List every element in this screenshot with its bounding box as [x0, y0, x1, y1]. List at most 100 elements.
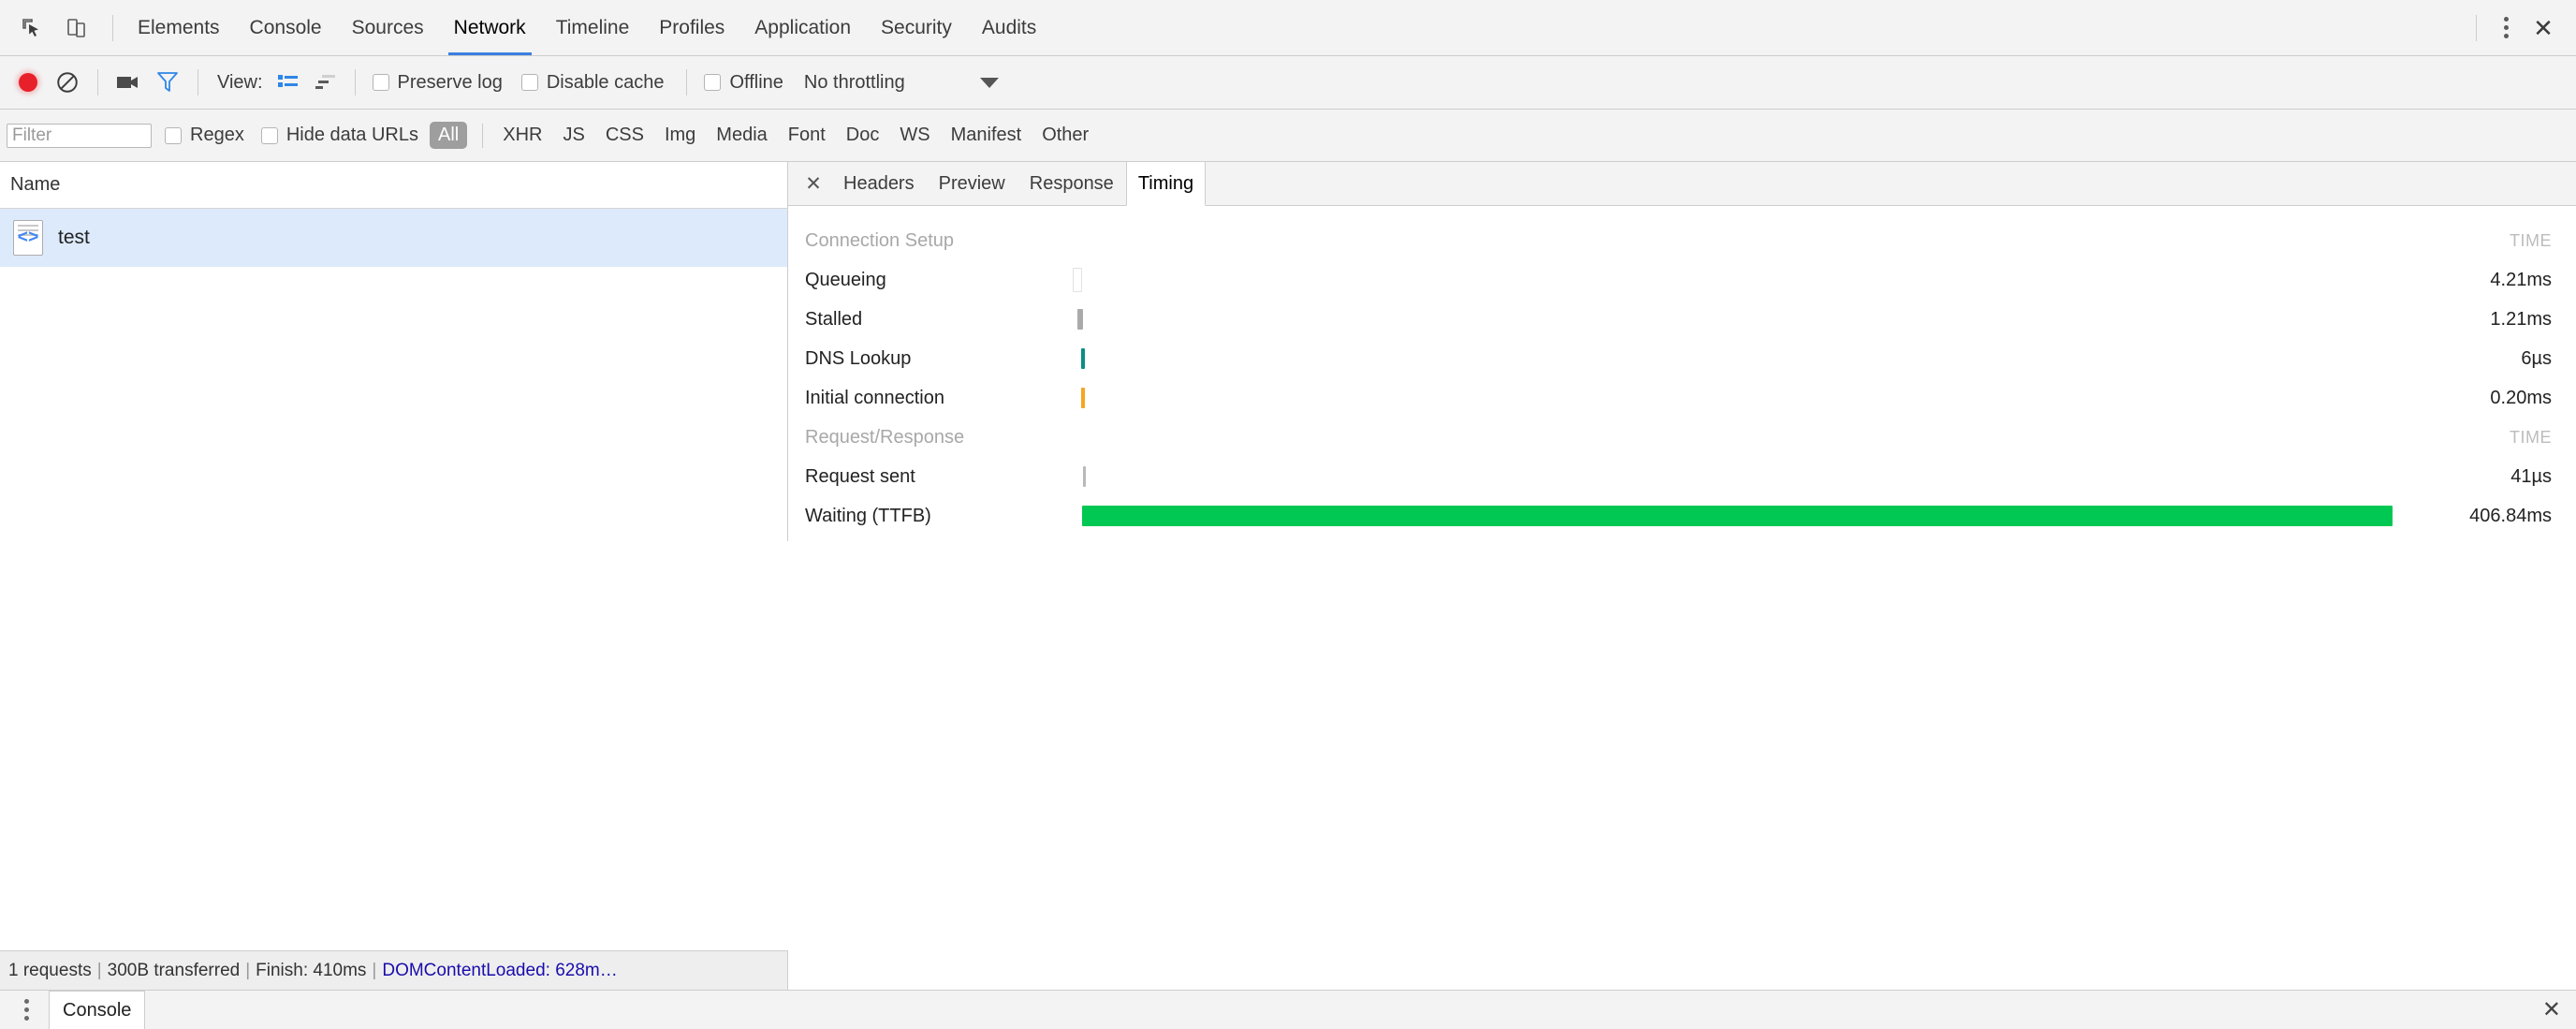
- filter-chip-other[interactable]: Other: [1033, 122, 1097, 149]
- close-icon[interactable]: ✕: [2525, 10, 2561, 46]
- toggle-device-toolbar-icon[interactable]: [58, 9, 95, 47]
- status-finish: Finish: 410ms: [256, 961, 366, 981]
- timing-row-initial-connection[interactable]: Initial connection 0.20ms: [788, 378, 2576, 418]
- tab-audits-label: Audits: [982, 17, 1036, 39]
- bar-track: [1069, 378, 2398, 418]
- tab-timeline[interactable]: Timeline: [541, 0, 645, 55]
- view-label: View:: [217, 72, 263, 94]
- table-row[interactable]: <> test: [0, 209, 787, 267]
- request-list-pane: Name <> test: [0, 162, 788, 541]
- tab-headers[interactable]: Headers: [831, 162, 927, 205]
- search-input[interactable]: [7, 124, 152, 148]
- tab-profiles-label: Profiles: [659, 17, 724, 39]
- time-column-header: TIME: [2398, 231, 2576, 251]
- tab-sources-label: Sources: [352, 17, 424, 39]
- tab-network-label: Network: [454, 17, 526, 39]
- timing-bar: [1073, 268, 1082, 292]
- preserve-log-label: Preserve log: [398, 72, 503, 94]
- waterfall-view-icon[interactable]: [308, 66, 344, 99]
- bar-track: [1069, 300, 2398, 339]
- tab-timing[interactable]: Timing: [1126, 162, 1206, 206]
- filter-chip-css[interactable]: CSS: [597, 122, 652, 149]
- tabbar-left-tools: [0, 0, 123, 55]
- list-view-icon[interactable]: [271, 66, 306, 99]
- regex-checkbox[interactable]: Regex: [165, 125, 244, 146]
- checkbox-box: [373, 74, 389, 91]
- tab-application-label: Application: [754, 17, 851, 39]
- toolbar-divider-1: [97, 69, 98, 96]
- timing-label: Request sent: [788, 466, 1069, 488]
- filter-chip-img[interactable]: Img: [656, 122, 704, 149]
- tab-timeline-label: Timeline: [556, 17, 630, 39]
- funnel-icon[interactable]: [149, 64, 186, 101]
- timing-label: DNS Lookup: [788, 348, 1069, 370]
- bar-track: [1069, 496, 2398, 536]
- filter-chip-all[interactable]: All: [430, 122, 467, 149]
- checkbox-box: [165, 127, 182, 144]
- bar-track: [1069, 339, 2398, 378]
- filter-chip-manifest[interactable]: Manifest: [943, 122, 1031, 149]
- disable-cache-checkbox[interactable]: Disable cache: [521, 72, 665, 94]
- toolbar-divider-3: [355, 69, 356, 96]
- timing-row-dns-lookup[interactable]: DNS Lookup 6µs: [788, 339, 2576, 378]
- section-title: Connection Setup: [788, 230, 1069, 252]
- column-header-name: Name: [10, 174, 60, 196]
- filter-chip-ws[interactable]: WS: [891, 122, 938, 149]
- status-transferred: 300B transferred: [108, 961, 241, 981]
- section-title: Request/Response: [788, 427, 1069, 448]
- filter-chip-js[interactable]: JS: [554, 122, 593, 149]
- tab-profiles[interactable]: Profiles: [644, 0, 739, 55]
- drawer-tab-console[interactable]: Console: [49, 991, 145, 1029]
- tab-network[interactable]: Network: [439, 0, 541, 55]
- timing-row-waiting-ttfb[interactable]: Waiting (TTFB) 406.84ms: [788, 496, 2576, 536]
- timing-value: 1.21ms: [2398, 309, 2576, 331]
- timing-row-request-sent[interactable]: Request sent 41µs: [788, 457, 2576, 496]
- timing-row-content-download[interactable]: Content Download 2.06ms: [788, 536, 2576, 541]
- status-requests-count: 1 requests: [8, 961, 92, 981]
- filter-chip-xhr[interactable]: XHR: [494, 122, 550, 149]
- hide-data-urls-checkbox[interactable]: Hide data URLs: [261, 125, 418, 146]
- timing-section-header-connection-setup: Connection Setup TIME: [788, 221, 2576, 260]
- status-separator: |: [372, 961, 376, 981]
- filter-chip-media[interactable]: Media: [708, 122, 775, 149]
- time-column-header: TIME: [2398, 428, 2576, 448]
- tab-console-label: Console: [250, 17, 322, 39]
- timing-row-stalled[interactable]: Stalled 1.21ms: [788, 300, 2576, 339]
- tab-elements-label: Elements: [138, 17, 220, 39]
- preserve-log-checkbox[interactable]: Preserve log: [373, 72, 503, 94]
- tab-elements[interactable]: Elements: [123, 0, 235, 55]
- timing-row-queueing[interactable]: Queueing 4.21ms: [788, 260, 2576, 300]
- tab-console[interactable]: Console: [235, 0, 337, 55]
- tab-audits[interactable]: Audits: [967, 0, 1051, 55]
- bar-track: [1069, 418, 2398, 457]
- timing-bar: [1081, 348, 1085, 369]
- tab-security-label: Security: [881, 17, 952, 39]
- more-options-icon[interactable]: [9, 993, 43, 1027]
- throttling-select[interactable]: No throttling: [804, 72, 905, 94]
- offline-checkbox[interactable]: Offline: [704, 72, 783, 94]
- status-separator: |: [97, 961, 102, 981]
- tab-application[interactable]: Application: [739, 0, 866, 55]
- tab-security[interactable]: Security: [866, 0, 967, 55]
- clear-icon[interactable]: [49, 64, 86, 101]
- timing-section-header-request-response: Request/Response TIME: [788, 418, 2576, 457]
- timing-bar: [1083, 466, 1086, 487]
- detail-tabbar: ✕ Headers Preview Response Timing: [788, 162, 2576, 206]
- tab-response[interactable]: Response: [1017, 162, 1126, 205]
- close-icon[interactable]: ✕: [796, 162, 831, 205]
- tab-sources[interactable]: Sources: [337, 0, 439, 55]
- record-button-icon[interactable]: [9, 64, 47, 101]
- chevron-down-icon[interactable]: [980, 78, 999, 88]
- tab-preview[interactable]: Preview: [927, 162, 1017, 205]
- timing-bar: [1077, 309, 1083, 330]
- request-name: test: [58, 227, 90, 249]
- checkbox-box: [261, 127, 278, 144]
- inspect-element-icon[interactable]: [13, 9, 51, 47]
- camera-icon[interactable]: [110, 64, 147, 101]
- close-icon[interactable]: ✕: [2542, 996, 2561, 1023]
- tabbar-right-tools: ✕: [2466, 0, 2576, 55]
- more-options-icon[interactable]: [2490, 12, 2522, 44]
- filter-chip-font[interactable]: Font: [780, 122, 834, 149]
- checkbox-box: [521, 74, 538, 91]
- filter-chip-doc[interactable]: Doc: [838, 122, 888, 149]
